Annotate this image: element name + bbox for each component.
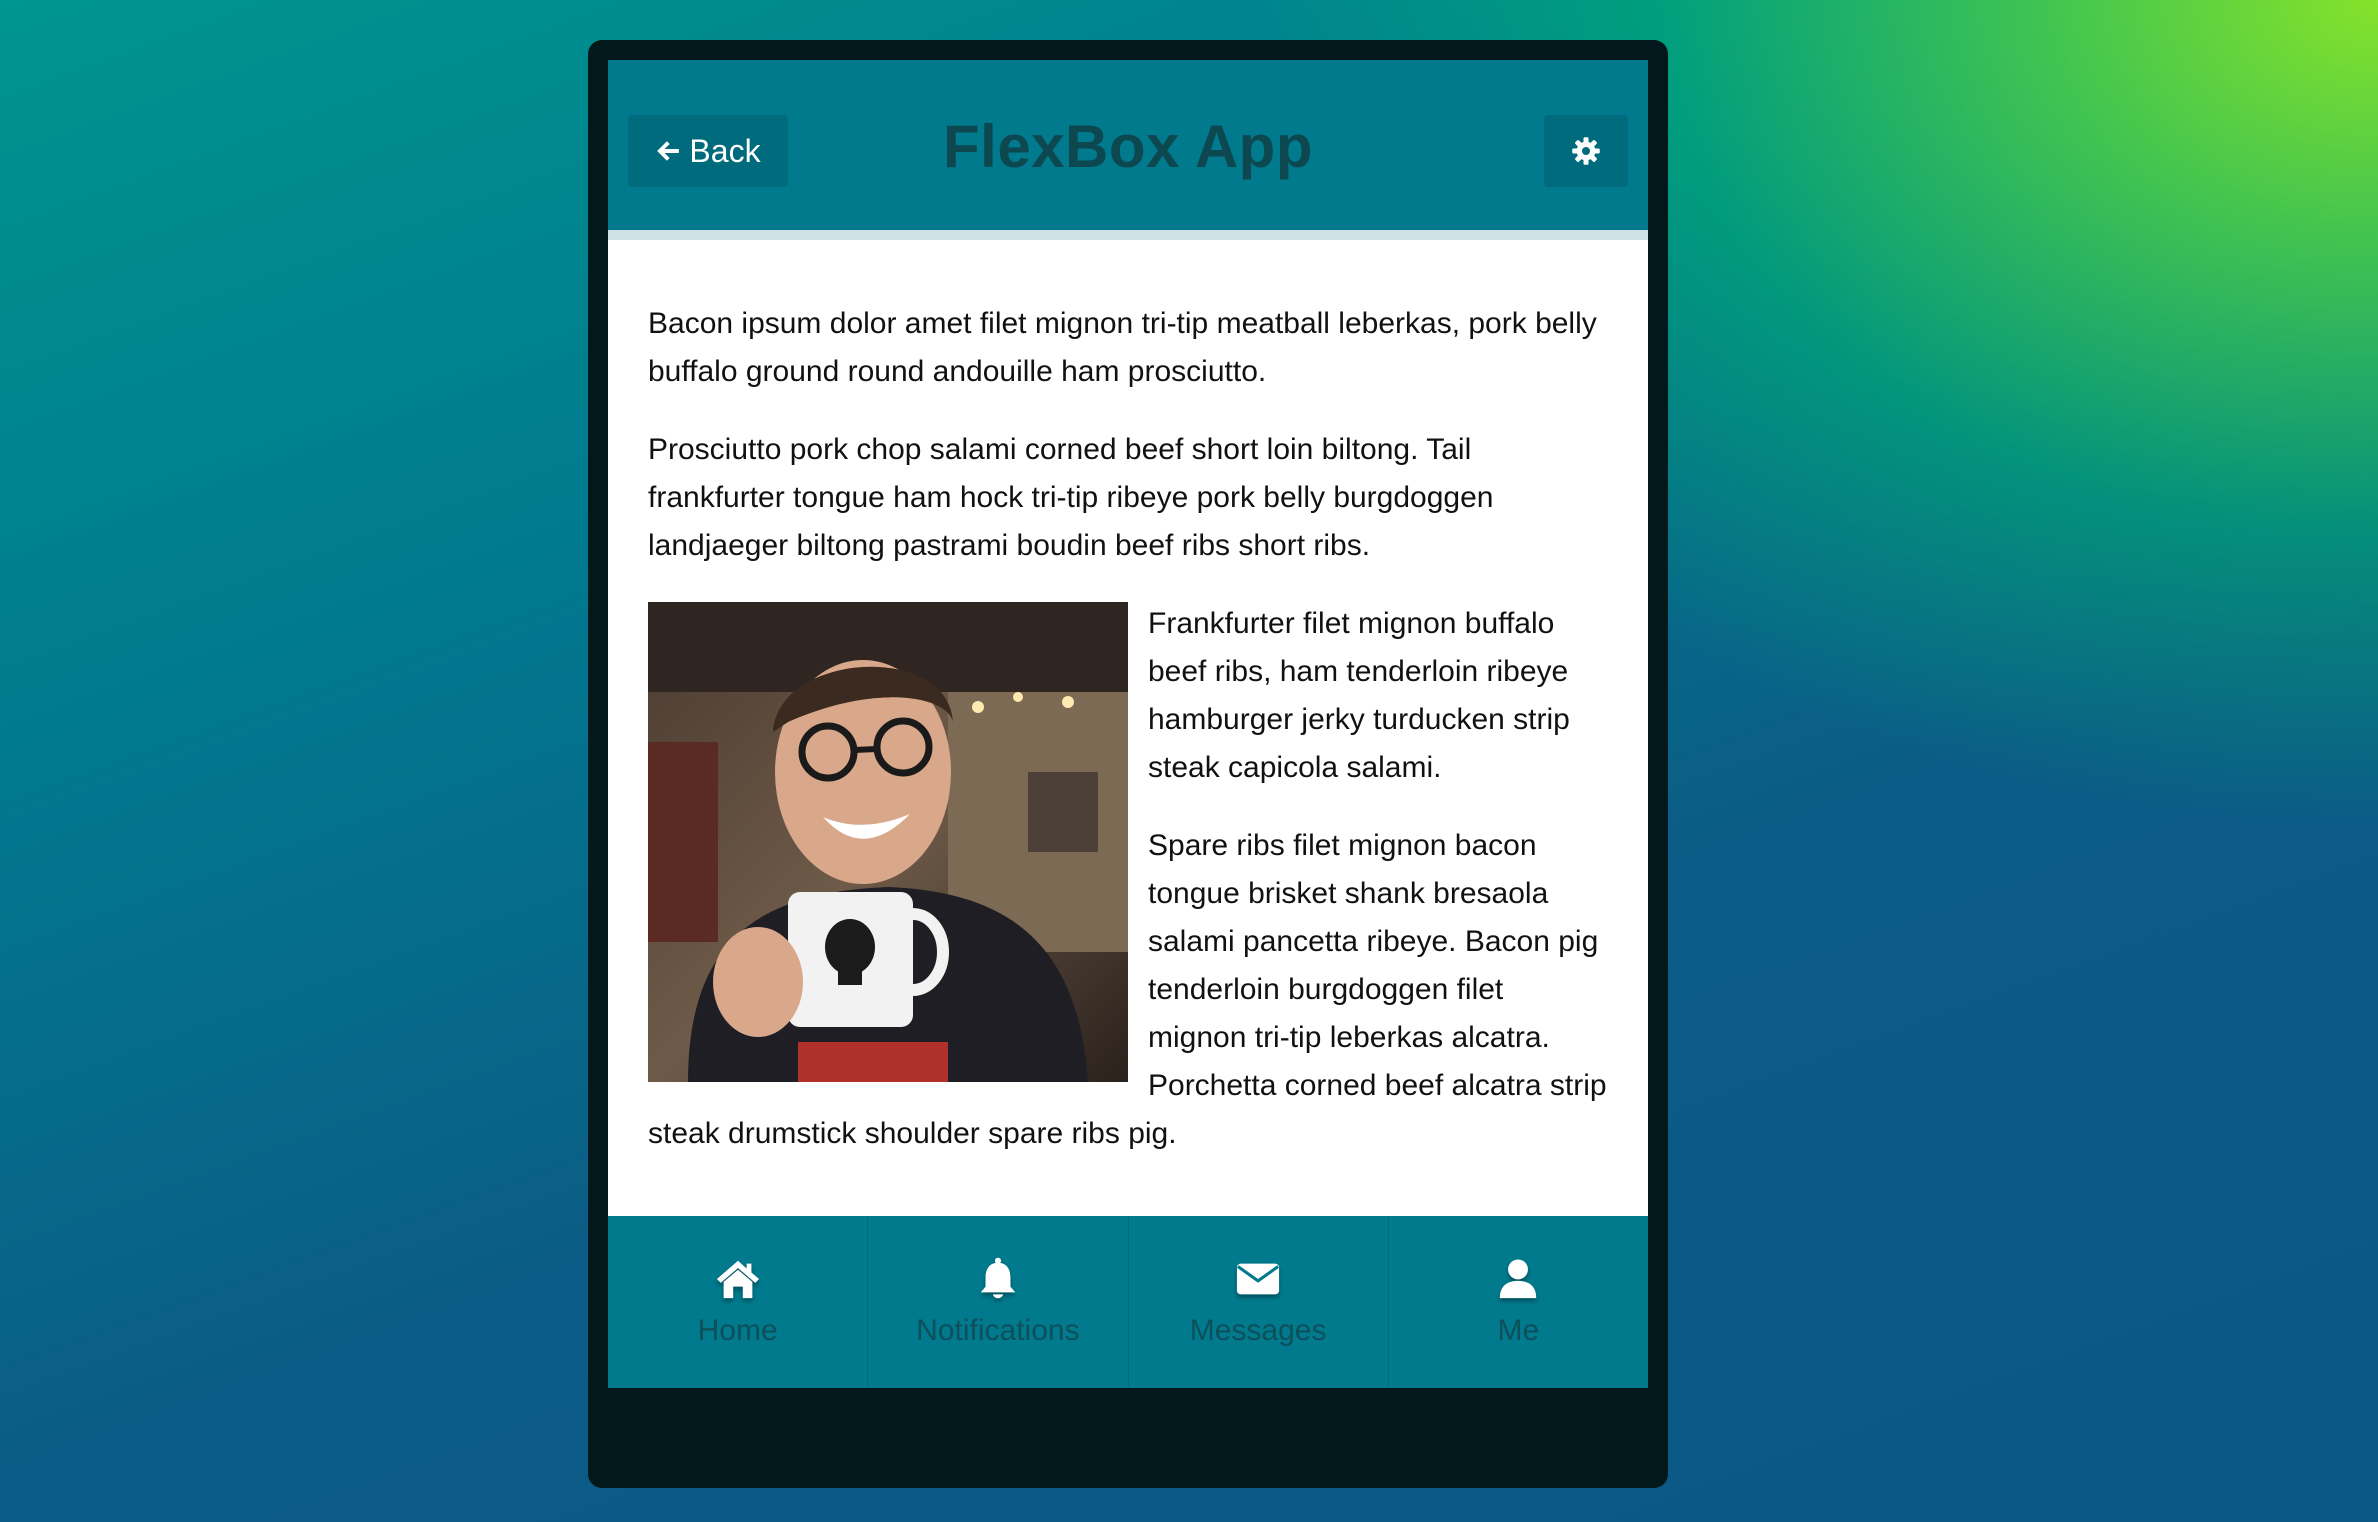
app-title: FlexBox App bbox=[943, 113, 1313, 180]
paragraph-2: Prosciutto pork chop salami corned beef … bbox=[648, 433, 1494, 562]
tab-home[interactable]: Home bbox=[608, 1216, 869, 1388]
home-icon bbox=[716, 1260, 759, 1299]
device-frame: Back FlexBox App Bacon ipsum dolor amet … bbox=[588, 40, 1668, 1488]
tab-messages[interactable]: Messages bbox=[1129, 1216, 1389, 1388]
tab-messages-label: Messages bbox=[1189, 1314, 1327, 1347]
article-content: Bacon ipsum dolor amet filet mignon tri-… bbox=[648, 250, 1608, 1236]
paragraph-1: Bacon ipsum dolor amet filet mignon tri-… bbox=[648, 307, 1597, 388]
tab-me-label: Me bbox=[1497, 1314, 1540, 1347]
tab-notifications[interactable]: Notifications bbox=[868, 1216, 1129, 1388]
profile-photo bbox=[648, 602, 1128, 1082]
app-header: Back FlexBox App bbox=[608, 60, 1648, 240]
app-screen: Back FlexBox App Bacon ipsum dolor amet … bbox=[608, 60, 1648, 1388]
bell-icon bbox=[980, 1257, 1016, 1299]
tab-notifications-label: Notifications bbox=[916, 1314, 1080, 1347]
user-icon bbox=[1500, 1259, 1537, 1299]
bottom-tab-bar: Home Notifications Messages Me bbox=[608, 1216, 1648, 1388]
gear-icon bbox=[1572, 137, 1600, 165]
settings-button[interactable] bbox=[1544, 115, 1628, 187]
envelope-icon bbox=[1237, 1263, 1280, 1295]
tab-me[interactable]: Me bbox=[1389, 1216, 1648, 1388]
tab-home-label: Home bbox=[697, 1314, 778, 1347]
